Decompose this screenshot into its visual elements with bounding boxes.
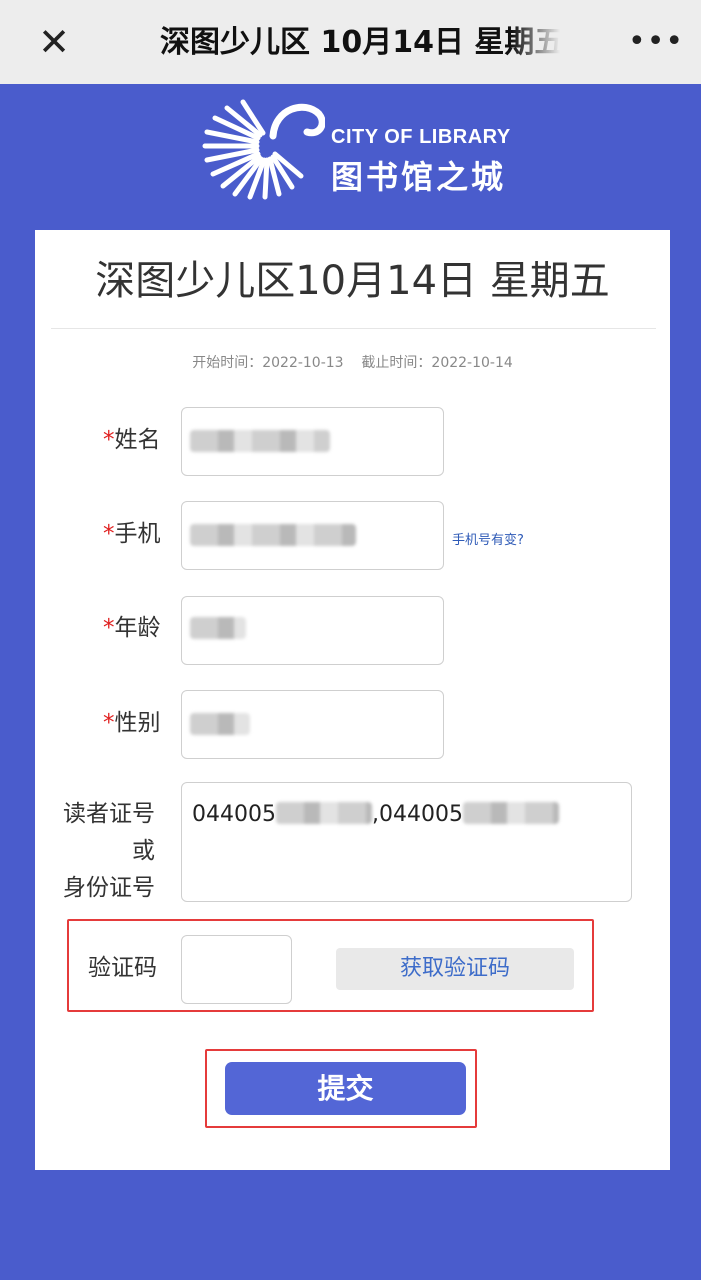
reservation-form: 深图少儿区10月14日 星期五 开始时间：2022-10-13 截止时间：202… [35,230,670,1170]
required-mark: * [103,615,115,641]
phone-label: *手机 [103,521,161,547]
close-icon[interactable]: ✕ [34,20,74,64]
required-mark: * [103,427,115,453]
end-time-value: 2022-10-14 [431,355,513,371]
name-label: *姓名 [103,427,161,453]
redacted-text [190,713,250,735]
title-divider [51,328,656,329]
submit-button[interactable]: 提交 [225,1062,466,1115]
logo-chinese-text: 图书馆之城 [331,158,507,196]
redacted-text [190,430,330,452]
library-logo: CITY OF LIBRARY 图书馆之城 [195,96,515,200]
phone-change-link[interactable]: 手机号有变? [452,529,524,548]
end-time-label: 截止时间： [361,355,432,371]
logo-burst-icon [202,99,325,200]
phone-field[interactable] [181,501,444,570]
form-title: 深图少儿区10月14日 星期五 [95,258,610,304]
gender-field[interactable] [181,690,444,759]
reader-id-value: 044005,044005 [192,802,559,827]
redacted-text [462,802,559,824]
get-code-button[interactable]: 获取验证码 [336,948,574,990]
start-time-label: 开始时间： [192,355,263,371]
name-field[interactable] [181,407,444,476]
age-label: *年龄 [103,615,161,641]
code-label: 验证码 [88,955,157,981]
page-title: 深图少儿区 10月14日 星期五 [160,25,560,60]
redacted-text [275,802,372,824]
id-label: 读者证号 或 身份证号 [63,801,155,901]
logo-english-text: CITY OF LIBRARY [331,126,511,148]
reader-id-field[interactable] [181,782,632,902]
start-time-value: 2022-10-13 [262,355,344,371]
top-bar: ✕ 深图少儿区 10月14日 星期五 ••• [0,0,701,84]
age-field[interactable] [181,596,444,665]
more-icon[interactable]: ••• [628,24,683,60]
redacted-text [190,617,246,639]
required-mark: * [103,521,115,547]
redacted-text [190,524,356,546]
verification-code-input[interactable] [181,935,292,1004]
gender-label: *性别 [103,710,161,736]
required-mark: * [103,710,115,736]
date-range: 开始时间：2022-10-13 截止时间：2022-10-14 [35,352,670,372]
